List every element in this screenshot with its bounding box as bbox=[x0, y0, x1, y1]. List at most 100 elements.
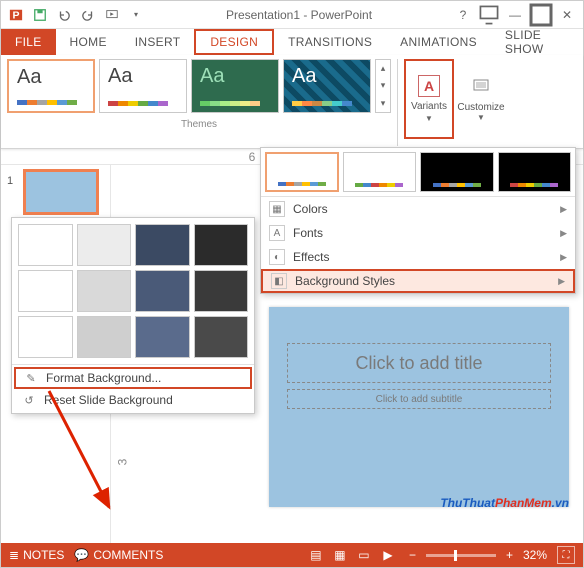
bg-swatch-9[interactable] bbox=[18, 316, 73, 358]
zoom-in-button[interactable]: + bbox=[506, 548, 513, 562]
zoom-slider[interactable] bbox=[426, 554, 496, 557]
chevron-down-icon: ▼ bbox=[425, 114, 433, 123]
background-icon: ◧ bbox=[271, 273, 287, 289]
bg-swatch-8[interactable] bbox=[194, 270, 249, 312]
chevron-right-icon: ▶ bbox=[558, 276, 565, 287]
bg-swatch-2[interactable] bbox=[77, 224, 132, 266]
tab-home[interactable]: HOME bbox=[56, 29, 121, 55]
theme-thumb-4[interactable]: Aa bbox=[283, 59, 371, 113]
bg-swatch-4[interactable] bbox=[194, 224, 249, 266]
window-title: Presentation1 - PowerPoint bbox=[147, 8, 451, 22]
notes-button[interactable]: ≣NOTES bbox=[9, 548, 64, 562]
theme-thumb-2[interactable]: Aa bbox=[99, 59, 187, 113]
chevron-right-icon: ▶ bbox=[560, 228, 567, 239]
status-bar: ≣NOTES 💬COMMENTS ▤ ▦ ▭ ▶ − + 32% ⛶ bbox=[1, 543, 583, 567]
variant-thumb-1[interactable] bbox=[265, 152, 339, 192]
bg-swatch-7[interactable] bbox=[135, 270, 190, 312]
comments-icon: 💬 bbox=[74, 548, 89, 562]
themes-group-label: Themes bbox=[7, 119, 391, 130]
tab-file[interactable]: FILE bbox=[1, 29, 56, 55]
menu-reset-background[interactable]: ↺Reset Slide Background bbox=[14, 389, 252, 411]
slide-body[interactable]: Click to add title Click to add subtitle bbox=[269, 307, 569, 507]
title-bar: P ▾ Presentation1 - PowerPoint ? — ✕ bbox=[1, 1, 583, 29]
watermark: ThuThuatPhanMem.vn bbox=[440, 490, 569, 513]
bg-swatch-11[interactable] bbox=[135, 316, 190, 358]
maximize-icon[interactable] bbox=[529, 4, 553, 26]
bg-swatch-1[interactable] bbox=[18, 224, 73, 266]
tab-insert[interactable]: INSERT bbox=[121, 29, 195, 55]
themes-gallery-dropdown[interactable]: ▴▾▾ bbox=[375, 59, 391, 113]
notes-icon: ≣ bbox=[9, 548, 19, 562]
tab-animations[interactable]: ANIMATIONS bbox=[386, 29, 491, 55]
window-controls: ? — ✕ bbox=[451, 4, 579, 26]
variant-thumb-2[interactable] bbox=[343, 152, 417, 192]
ribbon-tabs: FILE HOME INSERT DESIGN TRANSITIONS ANIM… bbox=[1, 29, 583, 55]
qat-customize-icon[interactable]: ▾ bbox=[125, 4, 147, 26]
effects-icon: ◐ bbox=[269, 249, 285, 265]
quick-access-toolbar: P ▾ bbox=[5, 4, 147, 26]
colors-icon: ▦ bbox=[269, 201, 285, 217]
tab-design[interactable]: DESIGN bbox=[194, 29, 274, 55]
redo-icon[interactable] bbox=[77, 4, 99, 26]
slide-number: 1 bbox=[7, 175, 13, 187]
ribbon-options-icon[interactable] bbox=[477, 4, 501, 26]
variants-dropdown: ▦Colors▶ AFonts▶ ◐Effects▶ ◧Background S… bbox=[260, 147, 576, 294]
bg-swatch-6[interactable] bbox=[77, 270, 132, 312]
tab-transitions[interactable]: TRANSITIONS bbox=[274, 29, 386, 55]
app-icon[interactable]: P bbox=[5, 4, 27, 26]
reading-view-icon[interactable]: ▭ bbox=[353, 546, 375, 564]
format-bg-icon: ✎ bbox=[24, 371, 38, 385]
theme-thumb-3[interactable]: Aa bbox=[191, 59, 279, 113]
slideshow-view-icon[interactable]: ▶ bbox=[377, 546, 399, 564]
help-icon[interactable]: ? bbox=[451, 4, 475, 26]
save-icon[interactable] bbox=[29, 4, 51, 26]
customize-button[interactable]: Customize ▼ bbox=[454, 59, 508, 139]
expand-gallery-icon[interactable]: ▾ bbox=[376, 95, 390, 112]
menu-colors[interactable]: ▦Colors▶ bbox=[261, 197, 575, 221]
variants-icon: A bbox=[418, 75, 440, 97]
view-buttons: ▤ ▦ ▭ ▶ bbox=[305, 546, 399, 564]
bg-swatch-5[interactable] bbox=[18, 270, 73, 312]
customize-icon bbox=[470, 76, 492, 98]
scroll-up-icon[interactable]: ▴ bbox=[376, 60, 390, 77]
variant-thumb-3[interactable] bbox=[420, 152, 494, 192]
customize-label: Customize bbox=[457, 102, 504, 113]
start-slideshow-icon[interactable] bbox=[101, 4, 123, 26]
comments-button[interactable]: 💬COMMENTS bbox=[74, 548, 163, 562]
menu-format-background[interactable]: ✎Format Background... bbox=[14, 367, 252, 389]
variant-thumb-4[interactable] bbox=[498, 152, 572, 192]
fonts-icon: A bbox=[269, 225, 285, 241]
background-styles-popup: ✎Format Background... ↺Reset Slide Backg… bbox=[11, 217, 255, 414]
ribbon-separator bbox=[397, 59, 398, 146]
subtitle-placeholder[interactable]: Click to add subtitle bbox=[287, 389, 551, 409]
reset-bg-icon: ↺ bbox=[22, 393, 36, 407]
bg-swatch-12[interactable] bbox=[194, 316, 249, 358]
chevron-right-icon: ▶ bbox=[560, 252, 567, 263]
undo-icon[interactable] bbox=[53, 4, 75, 26]
sorter-view-icon[interactable]: ▦ bbox=[329, 546, 351, 564]
variants-label: Variants bbox=[411, 101, 447, 112]
theme-thumb-1[interactable]: Aa bbox=[7, 59, 95, 113]
bg-swatch-3[interactable] bbox=[135, 224, 190, 266]
slide-thumbnail-1[interactable] bbox=[23, 169, 99, 215]
menu-background-styles[interactable]: ◧Background Styles▶ bbox=[261, 269, 575, 293]
tab-slideshow[interactable]: SLIDE SHOW bbox=[491, 29, 583, 55]
minimize-icon[interactable]: — bbox=[503, 4, 527, 26]
themes-group: Aa Aa Aa Aa ▴▾▾ Themes bbox=[7, 59, 391, 146]
zoom-out-button[interactable]: − bbox=[409, 548, 416, 562]
menu-effects[interactable]: ◐Effects▶ bbox=[261, 245, 575, 269]
fit-to-window-icon[interactable]: ⛶ bbox=[557, 546, 575, 564]
chevron-down-icon: ▼ bbox=[477, 113, 485, 122]
scroll-down-icon[interactable]: ▾ bbox=[376, 77, 390, 94]
variants-button[interactable]: A Variants ▼ bbox=[404, 59, 454, 139]
chevron-right-icon: ▶ bbox=[560, 204, 567, 215]
zoom-level[interactable]: 32% bbox=[523, 548, 547, 562]
menu-fonts[interactable]: AFonts▶ bbox=[261, 221, 575, 245]
normal-view-icon[interactable]: ▤ bbox=[305, 546, 327, 564]
slide-canvas: Click to add title Click to add subtitle bbox=[269, 307, 569, 407]
title-placeholder[interactable]: Click to add title bbox=[287, 343, 551, 383]
close-icon[interactable]: ✕ bbox=[555, 4, 579, 26]
ribbon: Aa Aa Aa Aa ▴▾▾ Themes A Variants ▼ Cust bbox=[1, 55, 583, 149]
theme-preview-text: Aa bbox=[17, 67, 85, 87]
bg-swatch-10[interactable] bbox=[77, 316, 132, 358]
